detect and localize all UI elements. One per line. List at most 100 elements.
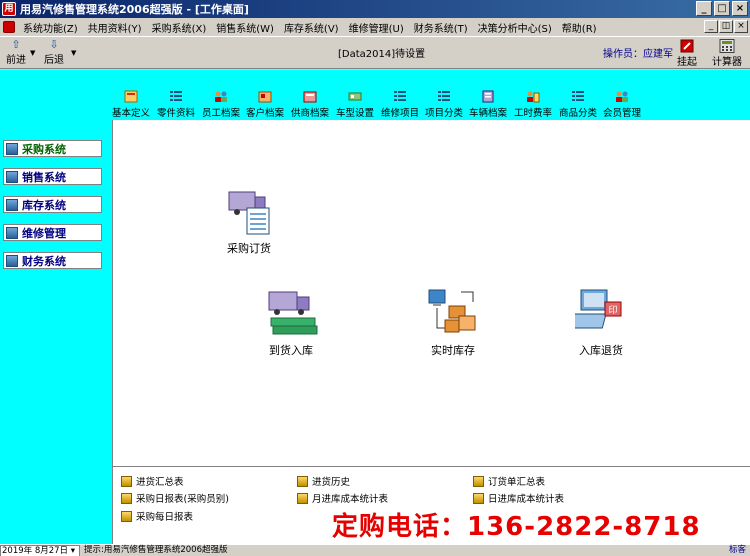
quick-label: 维修项目 [381, 108, 420, 119]
report-link-order-summary[interactable]: 订货单汇总表 [473, 474, 545, 488]
people-icon [616, 91, 628, 102]
quick-basic-definition[interactable]: 基本定义 [112, 90, 150, 119]
calculator-icon [719, 39, 735, 53]
quick-item-category[interactable]: 项目分类 [425, 90, 463, 119]
menu-decision[interactable]: 决策分析中心(S) [473, 20, 557, 35]
computer-return-icon: 印 [575, 289, 622, 329]
window-title: 用易汽修售管理系统2006超强版 - [工作桌面] [20, 3, 249, 16]
date-picker[interactable]: 2019年 8月27日 ▾ [0, 545, 80, 556]
module-icon [6, 142, 18, 155]
quick-customer-file[interactable]: 客户档案 [246, 90, 284, 119]
back-button[interactable]: ⇩ 后退 [39, 38, 69, 67]
return-goods-label: 入库退货 [579, 344, 623, 357]
toolbar: ⇧ 前进 ▼ ⇩ 后退 ▼ [Data2014]待设置 操作员：应建军 挂起 计… [0, 37, 750, 69]
nav-item-finance[interactable]: 财务系统 [3, 252, 102, 269]
menu-shared-data[interactable]: 共用资料(Y) [83, 20, 147, 35]
menu-bar: 系统功能(Z) 共用资料(Y) 采购系统(X) 销售系统(W) 库存系统(V) … [0, 18, 750, 37]
report-link-purchase-summary[interactable]: 进货汇总表 [121, 474, 184, 488]
nav-item-sales[interactable]: 销售系统 [3, 168, 102, 185]
report-icon [297, 475, 308, 487]
quick-member-management[interactable]: 会员管理 [603, 90, 641, 119]
quick-employee-file[interactable]: 员工档案 [202, 90, 240, 119]
report-icon [121, 510, 132, 522]
window-buttons: _ □ × [696, 1, 748, 16]
nav-item-purchase[interactable]: 采购系统 [3, 140, 102, 157]
back-icon: ⇩ [49, 38, 59, 51]
status-right-label: 标客 [728, 545, 746, 555]
arrival-stock-button[interactable]: 到货入库 [263, 288, 319, 358]
quick-goods-category[interactable]: 商品分类 [559, 90, 597, 119]
quick-label: 会员管理 [603, 108, 642, 119]
purchase-order-button[interactable]: 采购订货 [223, 186, 275, 256]
realtime-stock-label: 实时库存 [431, 344, 475, 357]
mdi-minimize-button[interactable]: _ [704, 20, 718, 33]
menu-purchase[interactable]: 采购系统(X) [147, 20, 212, 35]
calculator-label: 计算器 [712, 57, 742, 68]
nav-label: 财务系统 [22, 254, 66, 268]
truck-money-icon [268, 291, 318, 335]
nav-label: 销售系统 [22, 170, 66, 184]
report-link-monthly-cost[interactable]: 月进库成本统计表 [297, 491, 388, 505]
nav-item-repair[interactable]: 维修管理 [3, 224, 102, 241]
report-label: 采购日报表(采购员别) [136, 494, 229, 505]
menu-inventory[interactable]: 库存系统(V) [279, 20, 344, 35]
quick-repair-items[interactable]: 维修项目 [381, 90, 419, 119]
title-bar: 用 用易汽修售管理系统2006超强版 - [工作桌面] _ □ × [0, 0, 750, 18]
forward-dropdown-icon[interactable]: ▼ [30, 49, 35, 57]
module-icon [6, 254, 18, 267]
quick-label: 车型设置 [336, 108, 375, 119]
return-goods-button[interactable]: 印 入库退货 [575, 288, 627, 358]
quick-label: 员工档案 [202, 108, 241, 119]
report-icon [473, 492, 484, 504]
report-link-daily-cost[interactable]: 日进库成本统计表 [473, 491, 564, 505]
quick-label: 工时费率 [514, 108, 553, 119]
menu-help[interactable]: 帮助(R) [557, 20, 602, 35]
promo-phone-text: 定购电话：136-2822-8718 [332, 512, 701, 542]
app-icon[interactable]: 用 [2, 2, 16, 16]
quick-labor-rate[interactable]: 工时费率 [514, 90, 552, 119]
quick-label: 客户档案 [246, 108, 285, 119]
menu-sales[interactable]: 销售系统(W) [211, 20, 279, 35]
quick-access-bar: 基本定义 零件资料 员工档案 客户档案 供商档案 车型设置 维修项目 项目分类 … [0, 70, 750, 120]
left-nav: 采购系统 销售系统 库存系统 维修管理 财务系统 [0, 120, 112, 544]
list-icon [438, 91, 450, 101]
people-icon [215, 91, 227, 102]
quick-supplier-file[interactable]: 供商档案 [291, 90, 329, 119]
back-dropdown-icon[interactable]: ▼ [71, 49, 76, 57]
quick-label: 供商档案 [291, 108, 330, 119]
database-title: [Data2014]待设置 [338, 49, 426, 60]
definition-icon [124, 90, 138, 103]
minimize-button[interactable]: _ [696, 1, 712, 16]
report-icon [297, 492, 308, 504]
realtime-stock-button[interactable]: 实时库存 [425, 288, 481, 358]
forward-label: 前进 [6, 55, 26, 66]
report-link-purchase-history[interactable]: 进货历史 [297, 474, 350, 488]
quick-vehicle-file[interactable]: 车辆档案 [469, 90, 507, 119]
menu-repair[interactable]: 维修管理(U) [344, 20, 409, 35]
module-icon [6, 198, 18, 211]
quick-label: 基本定义 [112, 108, 151, 119]
menu-system[interactable]: 系统功能(Z) [18, 20, 83, 35]
hang-button[interactable]: 挂起 [677, 39, 697, 68]
quick-vehicle-type[interactable]: 车型设置 [336, 90, 374, 119]
report-link-daily-by-buyer[interactable]: 采购日报表(采购员别) [121, 491, 229, 505]
vehicle-icon [348, 92, 362, 101]
document-icon[interactable] [3, 21, 15, 33]
mdi-close-button[interactable]: × [734, 20, 748, 33]
menu-finance[interactable]: 财务系统(T) [409, 20, 473, 35]
report-icon [121, 475, 132, 487]
report-icon [121, 492, 132, 504]
forward-button[interactable]: ⇧ 前进 [1, 39, 31, 67]
list-icon [394, 91, 406, 101]
mdi-buttons: _ ◫ × [704, 20, 748, 33]
purchase-order-label: 采购订货 [227, 242, 271, 255]
nav-label: 维修管理 [22, 226, 66, 240]
nav-item-inventory[interactable]: 库存系统 [3, 196, 102, 213]
calculator-button[interactable]: 计算器 [712, 39, 742, 68]
mdi-restore-button[interactable]: ◫ [719, 20, 733, 33]
computer-boxes-icon [428, 289, 476, 333]
quick-parts-data[interactable]: 零件资料 [157, 90, 195, 119]
close-button[interactable]: × [732, 1, 748, 16]
report-link-purchase-daily[interactable]: 采购每日报表 [121, 509, 193, 523]
maximize-button[interactable]: □ [714, 1, 730, 16]
